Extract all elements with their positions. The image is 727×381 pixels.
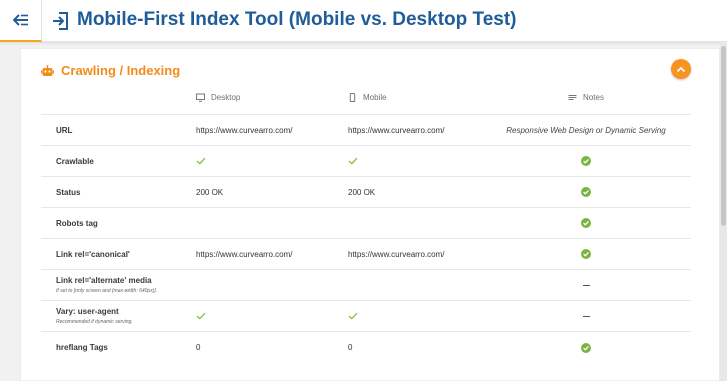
dash-icon — [582, 284, 590, 286]
chevron-up-icon — [676, 66, 686, 72]
table-header: Desktop Mobile Notes — [41, 80, 691, 115]
row-label: hreflang Tags — [56, 343, 108, 352]
check-circle-icon — [581, 218, 591, 228]
row-sublabel: Recommended if dynamic serving. — [56, 319, 133, 325]
section-title: Crawling / Indexing — [61, 63, 181, 78]
notes-cell — [481, 208, 691, 238]
table-row: Crawlable — [41, 146, 691, 177]
checkmark-icon — [348, 157, 358, 165]
robot-icon — [41, 65, 54, 76]
desktop-cell — [196, 146, 206, 176]
checkmark-icon — [196, 157, 206, 165]
row-label: Crawlable — [56, 156, 94, 166]
desktop-icon — [196, 93, 205, 102]
mobile-cell: 0 — [348, 343, 353, 352]
notes-icon — [568, 94, 577, 100]
mobile-phone-icon — [349, 92, 356, 102]
check-circle-icon — [581, 187, 591, 197]
notes-cell — [481, 270, 691, 300]
check-circle-icon — [581, 249, 591, 259]
column-header-mobile-label: Mobile — [363, 92, 387, 102]
row-label-text: Link rel='alternate' media — [56, 276, 152, 285]
column-header-mobile: Mobile — [348, 80, 387, 114]
dash-icon — [582, 315, 590, 317]
table-row: Status 200 OK 200 OK — [41, 177, 691, 208]
desktop-cell: https://www.curvearro.com/ — [196, 249, 293, 259]
page-title: Mobile-First Index Tool (Mobile vs. Desk… — [77, 9, 517, 30]
top-bar: Mobile-First Index Tool (Mobile vs. Desk… — [0, 0, 727, 42]
notes-cell — [481, 301, 691, 331]
table-row: Robots tag — [41, 208, 691, 239]
mobile-cell: https://www.curvearro.com/ — [348, 125, 445, 135]
menu-toggle-button[interactable] — [0, 0, 42, 42]
row-label: Vary: user-agent Recommended if dynamic s… — [56, 301, 133, 331]
table-row: URL https://www.curvearro.com/https://www… — [41, 115, 691, 146]
checkmark-icon — [196, 312, 206, 320]
login-arrow-icon — [53, 12, 68, 30]
desktop-cell: https://www.curvearro.com/ — [196, 125, 293, 135]
column-header-desktop-label: Desktop — [211, 92, 241, 102]
row-label: Status — [56, 187, 81, 197]
table-row: Vary: user-agent Recommended if dynamic s… — [41, 301, 691, 332]
column-header-notes: Notes — [481, 80, 691, 114]
mobile-cell: https://www.curvearro.com/ — [348, 249, 445, 259]
check-circle-icon — [581, 342, 591, 353]
row-sublabel: If set to [only screen and (max-width: 6… — [56, 288, 158, 294]
collapse-section-button[interactable] — [671, 59, 691, 79]
column-header-desktop: Desktop — [196, 80, 240, 114]
notes-cell — [481, 332, 691, 363]
row-label: Link rel='canonical' — [56, 249, 130, 259]
column-header-notes-label: Notes — [583, 92, 604, 102]
desktop-cell — [196, 301, 206, 331]
scrollbar-thumb[interactable] — [721, 46, 726, 226]
check-circle-icon — [581, 156, 591, 166]
mobile-cell — [348, 301, 358, 331]
mobile-cell: 200 OK — [348, 187, 376, 197]
row-label-text: Vary: user-agent — [56, 307, 119, 316]
row-label: URL — [56, 125, 73, 135]
table-row: Link rel='alternate' media If set to [onl… — [41, 270, 691, 301]
notes-cell — [481, 177, 691, 207]
notes-cell — [481, 239, 691, 269]
desktop-cell: 0 — [196, 343, 201, 352]
checkmark-icon — [348, 312, 358, 320]
mobile-cell — [348, 146, 358, 176]
menu-collapse-arrow-icon — [12, 14, 28, 26]
row-label: Robots tag — [56, 218, 98, 228]
table-row: Link rel='canonical' https://www.curvearr… — [41, 239, 691, 270]
notes-cell — [481, 146, 691, 176]
desktop-cell: 200 OK — [196, 187, 224, 197]
notes-cell: Responsive Web Design or Dynamic Serving — [506, 125, 666, 135]
row-label: Link rel='alternate' media If set to [onl… — [56, 270, 157, 300]
crawling-indexing-card: Crawling / Indexing Desktop Mobile Notes… — [20, 48, 720, 381]
table-row: hreflang Tags 0 0 — [41, 332, 691, 363]
